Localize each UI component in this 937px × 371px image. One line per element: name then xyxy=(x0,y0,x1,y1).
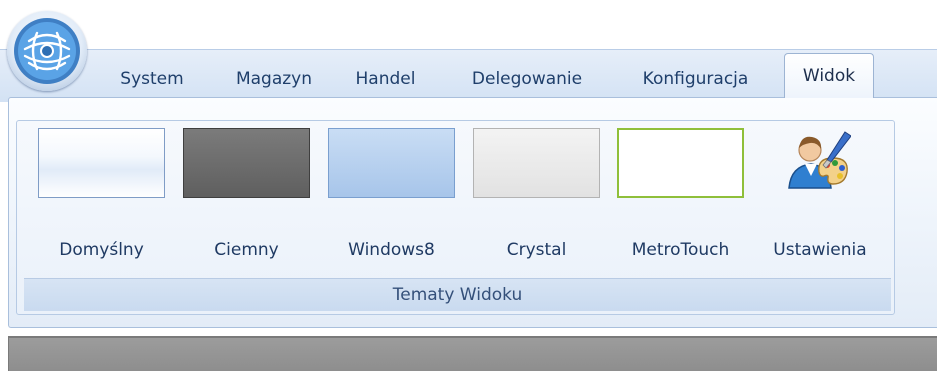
app-orb-button[interactable] xyxy=(7,11,87,91)
tab-magazyn[interactable]: Magazyn xyxy=(225,62,323,96)
ribbon-group-title: Tematy Widoku xyxy=(24,278,891,311)
tab-widok[interactable]: Widok xyxy=(784,53,874,98)
settings-label: Ustawienia xyxy=(773,240,867,260)
theme-label-crystal: Crystal xyxy=(506,240,567,260)
user-palette-icon[interactable] xyxy=(779,122,851,194)
theme-swatch-domyslny[interactable] xyxy=(38,128,165,198)
theme-swatch-windows8[interactable] xyxy=(328,128,455,198)
workspace-area xyxy=(8,336,937,371)
theme-swatch-ciemny[interactable] xyxy=(183,128,310,198)
tab-konfiguracja[interactable]: Konfiguracja xyxy=(618,62,773,96)
theme-label-ciemny: Ciemny xyxy=(214,240,279,260)
tab-delegowanie[interactable]: Delegowanie xyxy=(452,62,602,96)
theme-label-windows8: Windows8 xyxy=(348,240,435,260)
theme-label-domyslny: Domyślny xyxy=(59,240,144,260)
app-orb-icon xyxy=(14,18,80,84)
theme-label-metrotouch: MetroTouch xyxy=(631,240,730,260)
tab-system[interactable]: System xyxy=(112,62,192,96)
theme-swatch-metrotouch[interactable] xyxy=(617,128,744,198)
app-window: System Magazyn Handel Delegowanie Konfig… xyxy=(0,0,937,371)
tab-handel[interactable]: Handel xyxy=(338,62,433,96)
theme-swatch-crystal[interactable] xyxy=(473,128,600,198)
